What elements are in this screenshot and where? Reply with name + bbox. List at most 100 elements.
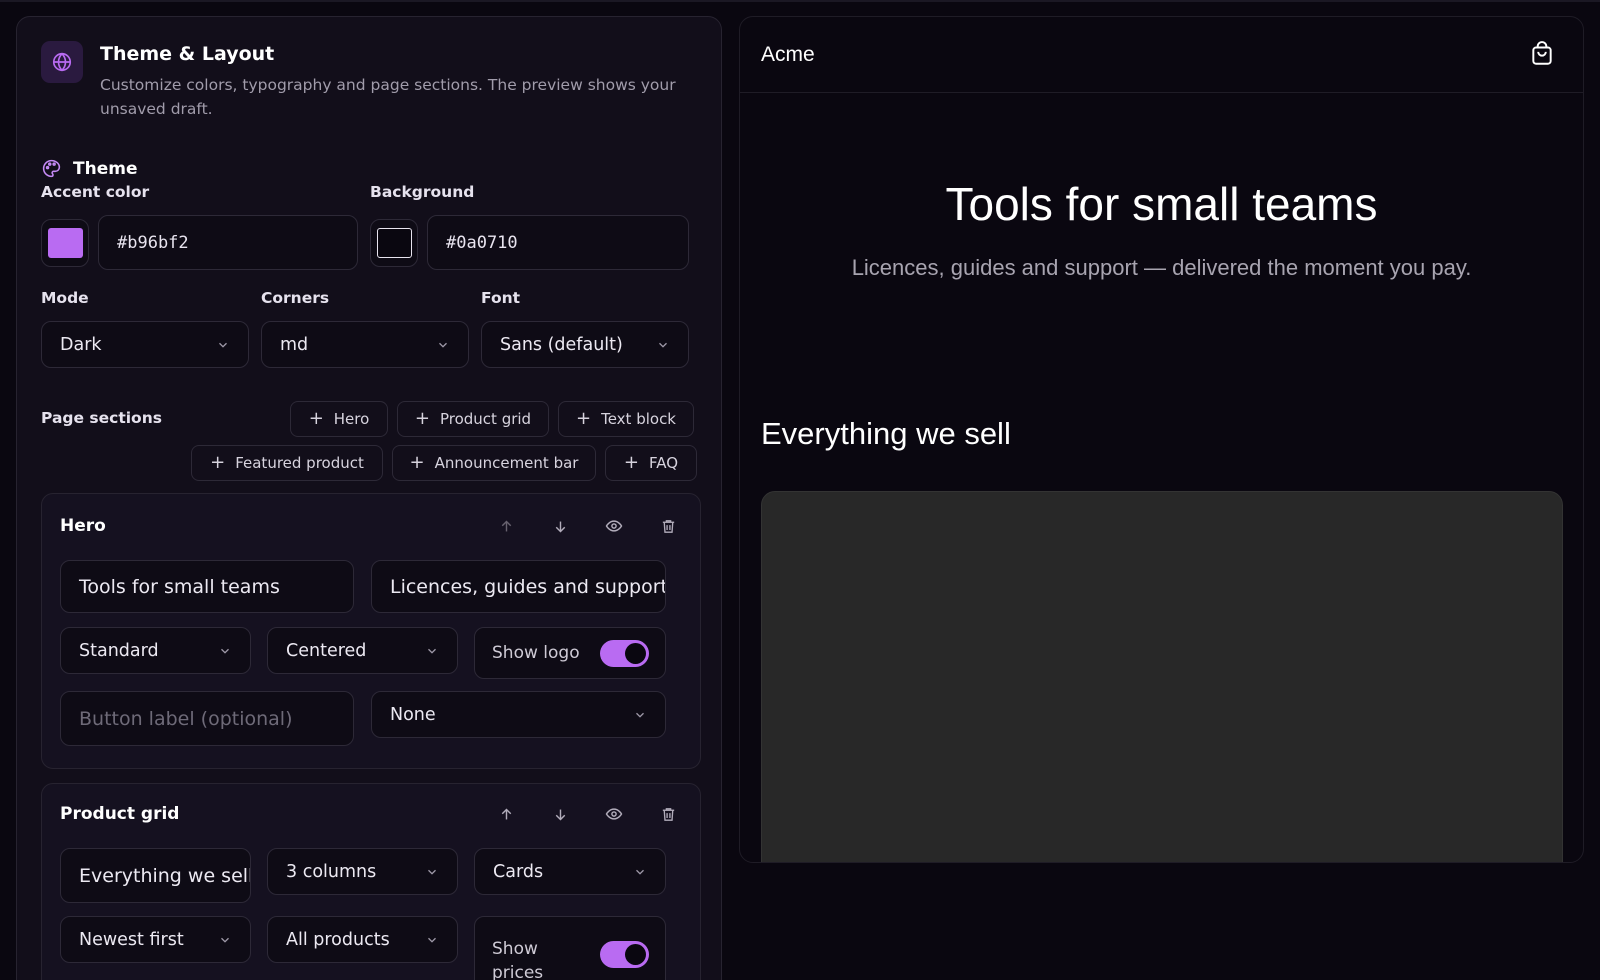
chevron-down-icon — [656, 338, 670, 352]
hero-button-link-select[interactable]: None — [371, 691, 666, 738]
add-text-block-label: Text block — [601, 410, 676, 428]
shopping-bag-icon[interactable] — [1529, 41, 1555, 67]
preview-product-grid-placeholder — [761, 491, 1563, 862]
add-featured-product-button[interactable]: + Featured product — [191, 445, 383, 481]
product-grid-sort-select[interactable]: Newest first — [60, 916, 251, 963]
globe-icon — [41, 41, 83, 83]
hero-align-select[interactable]: Centered — [267, 627, 458, 674]
panel-description: Customize colors, typography and page se… — [100, 76, 676, 118]
mode-label: Mode — [41, 289, 89, 307]
chevron-down-icon — [436, 338, 450, 352]
font-select-value: Sans (default) — [500, 334, 623, 355]
corners-select[interactable]: md — [261, 321, 469, 368]
product-grid-filter-select[interactable]: All products — [267, 916, 458, 963]
add-product-grid-button[interactable]: + Product grid — [397, 401, 549, 437]
add-featured-product-label: Featured product — [235, 454, 364, 472]
plus-icon: + — [414, 408, 430, 429]
hero-align-value: Centered — [286, 640, 367, 661]
preview-hero-title: Tools for small teams — [945, 178, 1378, 230]
corners-label: Corners — [261, 289, 330, 307]
hero-button-label-input[interactable]: Button label (optional) — [60, 691, 354, 746]
theme-section-label: Theme — [73, 158, 138, 179]
hero-section-card: Hero Tools for small teams Licences, gui… — [41, 493, 701, 769]
hero-heading-input[interactable]: Tools for small teams — [60, 560, 354, 613]
chevron-down-icon — [218, 644, 232, 658]
chevron-down-icon — [425, 644, 439, 658]
preview-grid-title: Everything we sell — [761, 416, 1011, 451]
product-grid-card-tools — [496, 804, 678, 824]
trash-icon[interactable] — [658, 516, 678, 536]
chevron-down-icon — [216, 338, 230, 352]
preview-brand[interactable]: Acme — [761, 43, 815, 67]
hero-style-select[interactable]: Standard — [60, 627, 251, 674]
background-color-swatch[interactable] — [370, 219, 418, 267]
preview-hero-subtitle: Licences, guides and support — delivered… — [851, 255, 1472, 280]
background-color-chip — [376, 228, 412, 258]
background-color-input[interactable]: #0a0710 — [427, 215, 689, 270]
add-product-grid-label: Product grid — [439, 410, 532, 428]
add-faq-button[interactable]: + FAQ — [605, 445, 697, 481]
add-faq-label: FAQ — [649, 454, 679, 472]
preview-navbar: Acme — [740, 17, 1583, 93]
hero-subheading-input[interactable]: Licences, guides and support — delivered… — [371, 560, 666, 613]
chevron-down-icon — [218, 933, 232, 947]
chevron-down-icon — [425, 865, 439, 879]
plus-icon: + — [308, 408, 324, 429]
mode-select-value: Dark — [60, 334, 102, 355]
top-divider — [0, 0, 1600, 2]
add-text-block-button[interactable]: + Text block — [558, 401, 694, 437]
show-logo-label: Show logo — [492, 643, 580, 663]
panel-title: Theme & Layout — [100, 43, 275, 65]
corners-select-value: md — [280, 334, 309, 355]
chevron-down-icon — [425, 933, 439, 947]
move-up-icon[interactable] — [496, 804, 516, 824]
hero-style-value: Standard — [79, 640, 159, 661]
background-color-label: Background — [370, 183, 475, 201]
theme-section-heading: Theme — [41, 158, 137, 179]
font-select[interactable]: Sans (default) — [481, 321, 689, 368]
product-grid-show-prices-field: Show prices — [474, 916, 666, 980]
accent-color-swatch[interactable] — [41, 219, 89, 267]
product-grid-sort-value: Newest first — [79, 929, 184, 950]
product-grid-heading-input[interactable]: Everything we sell — [60, 848, 251, 903]
product-grid-columns-select[interactable]: 3 columns — [267, 848, 458, 895]
plus-icon: + — [409, 452, 425, 473]
theme-editor-panel: Theme & Layout Customize colors, typogra… — [16, 16, 722, 980]
plus-icon: + — [576, 408, 592, 429]
hero-card-tools — [496, 516, 678, 536]
plus-icon: + — [210, 452, 226, 473]
product-grid-columns-value: 3 columns — [286, 861, 377, 882]
show-prices-toggle[interactable] — [600, 940, 649, 968]
product-grid-card-title: Product grid — [60, 804, 180, 824]
show-prices-label: Show prices — [492, 939, 544, 980]
hero-button-link-value: None — [390, 704, 436, 725]
product-grid-filter-value: All products — [286, 929, 390, 950]
hero-card-title: Hero — [60, 516, 106, 536]
chevron-down-icon — [633, 708, 647, 722]
add-announcement-bar-button[interactable]: + Announcement bar — [392, 445, 596, 481]
palette-icon — [41, 158, 62, 179]
storefront-preview: Acme Tools for small teams Licences, gui… — [739, 16, 1584, 863]
accent-color-label: Accent color — [41, 183, 150, 201]
product-grid-style-value: Cards — [493, 861, 544, 882]
product-grid-section-card: Product grid Everything we sell 3 column… — [41, 783, 701, 980]
hero-show-logo-field: Show logo — [474, 627, 666, 679]
add-hero-label: Hero — [333, 410, 370, 428]
accent-color-chip — [47, 228, 83, 258]
move-down-icon[interactable] — [550, 804, 570, 824]
font-label: Font — [481, 289, 521, 307]
add-announcement-bar-label: Announcement bar — [434, 454, 579, 472]
product-grid-style-select[interactable]: Cards — [474, 848, 666, 895]
move-down-icon[interactable] — [550, 516, 570, 536]
plus-icon: + — [623, 452, 640, 473]
mode-select[interactable]: Dark — [41, 321, 249, 368]
trash-icon[interactable] — [658, 804, 678, 824]
move-up-icon[interactable] — [496, 516, 516, 536]
page-sections-label: Page sections — [41, 409, 162, 427]
chevron-down-icon — [633, 865, 647, 879]
visibility-eye-icon[interactable] — [604, 516, 624, 536]
accent-color-input[interactable]: #b96bf2 — [98, 215, 358, 270]
show-logo-toggle[interactable] — [600, 639, 649, 667]
visibility-eye-icon[interactable] — [604, 804, 624, 824]
add-hero-button[interactable]: + Hero — [290, 401, 388, 437]
